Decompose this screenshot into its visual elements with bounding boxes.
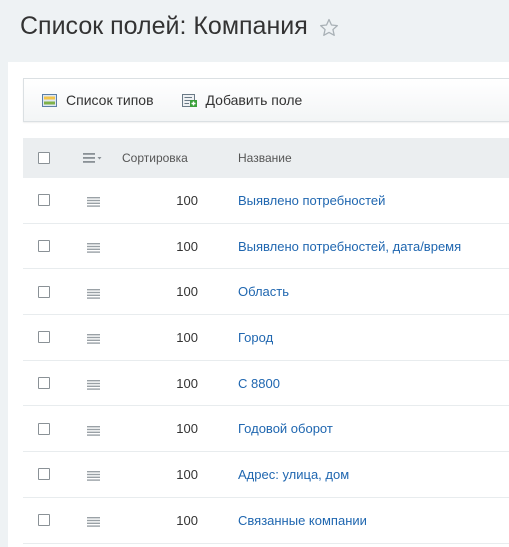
page-title: Список полей: Компания (20, 12, 308, 40)
sort-value: 100 (176, 466, 198, 482)
field-name-link[interactable]: Адрес: улица, дом (238, 467, 349, 482)
sort-value: 100 (176, 192, 198, 208)
list-types-icon (42, 93, 57, 107)
table-row[interactable]: 100 Область (23, 269, 509, 316)
row-checkbox[interactable] (37, 240, 50, 253)
add-field-label: Добавить поле (205, 92, 303, 108)
row-menu-icon[interactable] (86, 287, 100, 299)
sort-value: 100 (176, 238, 198, 254)
table-row[interactable]: 100 С 8800 (23, 360, 509, 407)
table-row[interactable]: 100 Годовой оборот (23, 406, 509, 453)
column-header-sort[interactable]: Сортировка (122, 151, 218, 165)
row-checkbox[interactable] (37, 285, 50, 298)
content-panel: Список типов Добавить поле Сортировка На… (8, 62, 509, 547)
field-name-link[interactable]: Выявлено потребностей, дата/время (238, 239, 461, 254)
column-settings-icon[interactable] (83, 152, 103, 164)
table-row[interactable]: 100 Город (23, 315, 509, 361)
grid-header: Сортировка Название (23, 138, 509, 178)
table-row[interactable]: 100 Выявлено потребностей (23, 178, 509, 224)
toolbar: Список типов Добавить поле (23, 78, 509, 122)
row-checkbox[interactable] (37, 331, 50, 344)
field-name-link[interactable]: Область (238, 284, 289, 299)
column-header-name[interactable]: Название (218, 151, 509, 165)
fields-grid: Сортировка Название 100 Выявлено потребн… (23, 138, 509, 544)
star-icon[interactable] (318, 15, 340, 37)
table-row[interactable]: 100 Выявлено потребностей, дата/время (23, 223, 509, 270)
field-name-link[interactable]: С 8800 (238, 376, 280, 391)
sort-value: 100 (176, 512, 198, 528)
add-field-button[interactable]: Добавить поле (181, 92, 303, 108)
sort-value: 100 (176, 329, 198, 345)
row-menu-icon[interactable] (86, 195, 100, 208)
field-name-link[interactable]: Годовой оборот (238, 421, 333, 436)
row-menu-icon[interactable] (86, 469, 100, 482)
types-list-label: Список типов (66, 92, 154, 108)
sort-value: 100 (176, 284, 198, 300)
field-name-link[interactable]: Связанные компании (238, 513, 367, 528)
row-menu-icon[interactable] (86, 241, 100, 253)
field-name-link[interactable]: Выявлено потребностей (238, 193, 385, 208)
row-checkbox[interactable] (37, 194, 50, 207)
row-menu-icon[interactable] (86, 424, 100, 436)
sort-value: 100 (176, 421, 198, 437)
row-checkbox[interactable] (37, 377, 50, 390)
field-name-link[interactable]: Город (238, 330, 273, 345)
row-checkbox[interactable] (37, 468, 50, 481)
row-checkbox[interactable] (37, 514, 50, 527)
select-all-checkbox[interactable] (37, 152, 50, 164)
row-menu-icon[interactable] (86, 332, 100, 345)
sort-value: 100 (176, 375, 198, 391)
row-menu-icon[interactable] (86, 515, 100, 527)
page-title-bar: Список полей: Компания (20, 10, 340, 42)
table-row[interactable]: 100 Связанные компании (23, 497, 509, 544)
row-menu-icon[interactable] (86, 378, 100, 390)
row-checkbox[interactable] (37, 422, 50, 435)
table-row[interactable]: 100 Адрес: улица, дом (23, 452, 509, 498)
add-field-icon (181, 93, 197, 107)
types-list-button[interactable]: Список типов (42, 92, 154, 108)
grid-body: 100 Выявлено потребностей 100 Выявлено п… (23, 178, 509, 544)
